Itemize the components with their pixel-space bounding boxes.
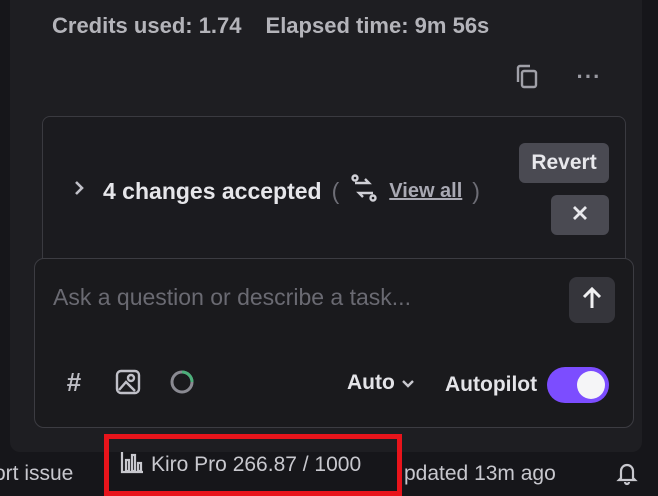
toggle-knob <box>577 371 606 399</box>
bar-chart-icon <box>119 450 145 480</box>
composer-tools: # <box>59 367 197 397</box>
revert-button[interactable]: Revert <box>519 143 609 183</box>
paren-close: ) <box>472 177 480 204</box>
plan-usage-item[interactable]: Kiro Pro 266.87 / 1000 <box>104 434 402 496</box>
changes-summary[interactable]: 4 changes accepted ( View all ) <box>73 173 480 209</box>
credits-used-text: Credits used: 1.74 <box>52 13 242 38</box>
reject-button[interactable] <box>551 195 609 235</box>
chevron-down-icon <box>401 371 415 395</box>
paren-open: ( <box>331 177 340 204</box>
chat-composer: # Auto Autopilot <box>34 258 634 428</box>
more-icon[interactable]: ··· <box>572 60 606 94</box>
elapsed-time-text: Elapsed time: 9m 56s <box>265 13 490 38</box>
image-icon[interactable] <box>113 367 143 397</box>
autopilot-toggle[interactable] <box>547 367 610 403</box>
message-actions: ··· <box>510 60 606 94</box>
mode-selector[interactable]: Auto <box>347 371 415 395</box>
plan-usage-text: Kiro Pro 266.87 / 1000 <box>151 453 362 476</box>
close-icon <box>570 203 590 228</box>
hash-icon[interactable]: # <box>59 367 89 397</box>
autopilot-control: Autopilot <box>445 367 610 403</box>
changes-card: 4 changes accepted ( View all ) Revert <box>42 116 626 276</box>
session-stats: Credits used: 1.74 Elapsed time: 9m 56s <box>52 10 489 42</box>
prompt-input[interactable] <box>53 281 553 313</box>
copy-icon[interactable] <box>510 60 544 94</box>
report-issue-item[interactable]: ort issue <box>0 462 73 486</box>
view-all-link[interactable]: View all <box>389 180 462 203</box>
autopilot-label: Autopilot <box>445 373 538 396</box>
changes-title: 4 changes accepted <box>103 177 322 204</box>
chevron-right-icon[interactable] <box>73 179 93 203</box>
diff-icon <box>349 173 379 209</box>
arrow-up-icon <box>580 285 604 316</box>
spinner-icon[interactable] <box>167 367 197 397</box>
updated-time-item: pdated 13m ago <box>404 462 556 485</box>
send-button[interactable] <box>569 277 615 323</box>
status-bar: ort issue Kiro Pro 266.87 / 1000 pdated … <box>0 434 658 496</box>
mode-label: Auto <box>347 371 395 394</box>
bell-icon[interactable] <box>612 458 642 488</box>
